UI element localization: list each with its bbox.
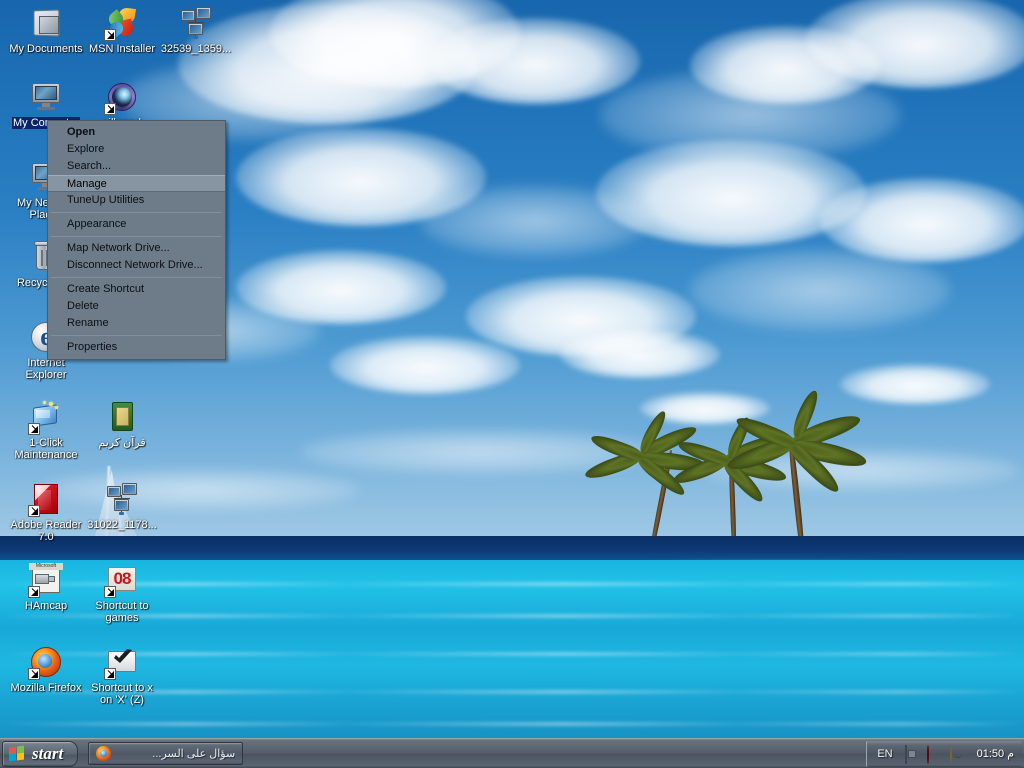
- desktop-icon-quran-kareem[interactable]: قرآن كريم: [84, 400, 160, 449]
- context-menu-separator: [51, 212, 222, 213]
- desktop-icon-shortcut-to-games[interactable]: 08 Shortcut to games: [84, 563, 160, 624]
- games-icon: 08: [104, 563, 139, 598]
- desktop-icon-adobe-reader-7[interactable]: Adobe Reader 7.0: [8, 482, 84, 543]
- context-menu-item-properties[interactable]: Properties: [48, 339, 225, 356]
- taskbar-button-firefox-window[interactable]: سؤال على السر...: [88, 742, 244, 765]
- context-menu-item-map-network-drive[interactable]: Map Network Drive...: [48, 240, 225, 257]
- taskbar-button-label: سؤال على السر...: [152, 748, 236, 760]
- shortcut-arrow-icon: [28, 586, 40, 598]
- documents-icon: [29, 6, 63, 40]
- taskbar-clock[interactable]: 01:50 م: [977, 747, 1014, 760]
- shortcut-arrow-icon: [28, 423, 40, 435]
- desktop[interactable]: My Documents MSN Installer 32539_1359... My…: [0, 0, 1024, 768]
- diamond-icon[interactable]: [904, 744, 920, 764]
- silkroad-icon: [104, 80, 139, 115]
- shortcut-arrow-icon: [104, 586, 116, 598]
- firefox-icon: [28, 645, 63, 680]
- desktop-icon-label: MSN Installer: [88, 43, 156, 55]
- context-menu[interactable]: Open Explore Search... Manage TuneUp Utiliti…: [47, 120, 226, 360]
- cloud: [820, 178, 1024, 262]
- language-indicator[interactable]: EN: [877, 748, 892, 760]
- red-target-icon[interactable]: [926, 744, 943, 764]
- desktop-icon-one-click-maintenance[interactable]: 1-Click Maintenance: [8, 400, 84, 461]
- desktop-icon-label: Mozilla Firefox: [10, 682, 82, 694]
- taskbar-window-list[interactable]: سؤال على السر...: [88, 742, 244, 765]
- desktop-icon-label: Shortcut to games: [95, 600, 149, 624]
- desktop-icon-label: HAmcap: [24, 600, 68, 612]
- cloud: [430, 18, 640, 104]
- desktop-icon-label: Internet Explorer: [25, 357, 67, 381]
- shortcut-arrow-icon: [104, 103, 116, 115]
- start-button[interactable]: start: [2, 740, 79, 767]
- cloud: [330, 336, 520, 394]
- desktop-icon-label: My Documents: [9, 43, 83, 55]
- cloud: [840, 364, 990, 404]
- context-menu-item-tuneup-utilities[interactable]: TuneUp Utilities: [48, 192, 225, 209]
- desktop-icon-32539-1359[interactable]: 32539_1359...: [158, 6, 234, 55]
- start-button-label: start: [32, 744, 64, 763]
- taskbar[interactable]: start سؤال على السر... EN 01:50 م: [0, 738, 1024, 768]
- context-menu-separator: [51, 236, 222, 237]
- shortcut-arrow-icon: [28, 505, 40, 517]
- desktop-icon-label: Adobe Reader 7.0: [10, 519, 82, 543]
- desktop-icon-label: 31022_1178...: [87, 519, 157, 531]
- desktop-icon-label: Shortcut to x on 'X' (Z): [91, 682, 153, 706]
- network-pcs-icon: [105, 482, 139, 516]
- msn-icon: [104, 6, 139, 41]
- shortcut-arrow-icon: [28, 668, 40, 680]
- context-menu-item-appearance[interactable]: Appearance: [48, 216, 225, 233]
- context-menu-item-create-shortcut[interactable]: Create Shortcut: [48, 281, 225, 298]
- context-menu-item-search[interactable]: Search...: [48, 158, 225, 175]
- oneclick-icon: [28, 400, 63, 435]
- context-menu-separator: [51, 277, 222, 278]
- desktop-icon-msn-installer[interactable]: MSN Installer: [84, 6, 160, 55]
- desktop-icon-label: 32539_1359...: [160, 43, 232, 55]
- tick-icon: [104, 645, 139, 680]
- desktop-icon-label: قرآن كريم: [98, 437, 146, 449]
- context-menu-item-explore[interactable]: Explore: [48, 141, 225, 158]
- quran-icon: [105, 400, 139, 434]
- wallpaper-deep-sea: [0, 536, 1024, 562]
- avatar-face-icon[interactable]: [949, 744, 966, 764]
- context-menu-item-manage[interactable]: Manage: [48, 175, 225, 192]
- context-menu-separator: [51, 335, 222, 336]
- monitor-icon: [29, 80, 63, 114]
- desktop-icon-hamcap[interactable]: Microsoft HAmcap: [8, 563, 84, 612]
- cloud: [420, 186, 650, 256]
- desktop-icon-label: 1-Click Maintenance: [14, 437, 78, 461]
- system-tray[interactable]: EN 01:50 م: [866, 740, 1022, 767]
- context-menu-item-rename[interactable]: Rename: [48, 315, 225, 332]
- network-pcs-icon: [179, 6, 213, 40]
- desktop-icon-mozilla-firefox[interactable]: Mozilla Firefox: [8, 645, 84, 694]
- desktop-icon-31022-1178[interactable]: 31022_1178...: [84, 482, 160, 531]
- context-menu-item-delete[interactable]: Delete: [48, 298, 225, 315]
- desktop-icon-shortcut-to-x-on-x[interactable]: Shortcut to x on 'X' (Z): [84, 645, 160, 706]
- shortcut-arrow-icon: [104, 668, 116, 680]
- context-menu-item-disconnect-network-drive[interactable]: Disconnect Network Drive...: [48, 257, 225, 274]
- amcap-icon: Microsoft: [28, 563, 63, 598]
- firefox-icon: [96, 746, 112, 761]
- adobe-icon: [28, 482, 63, 517]
- cloud: [560, 330, 720, 378]
- cloud: [690, 250, 950, 330]
- shortcut-arrow-icon: [104, 29, 116, 41]
- desktop-icon-my-documents[interactable]: My Documents: [8, 6, 84, 55]
- sea-shimmer: [0, 722, 1024, 726]
- windows-logo-icon: [9, 744, 26, 762]
- context-menu-item-open[interactable]: Open: [48, 124, 225, 141]
